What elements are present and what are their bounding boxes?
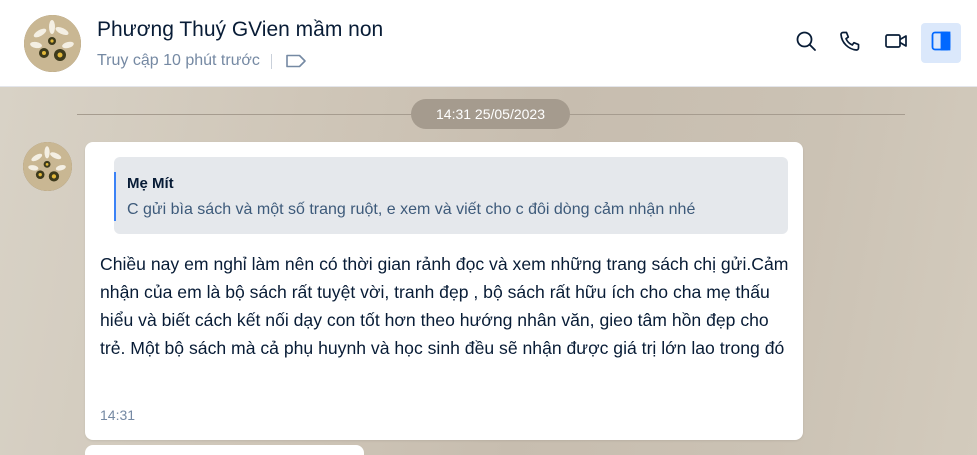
message-list[interactable]: 14:31 25/05/2023 Mẹ Mít C gửi bìa sách v… (0, 87, 977, 455)
presence-row: Truy cập 10 phút trước (97, 52, 307, 70)
quote-text: C gửi bìa sách và một số trang ruột, e x… (127, 201, 696, 218)
contact-name[interactable]: Phương Thuý GVien mầm non (97, 18, 383, 42)
message-time: 14:31 (100, 407, 136, 423)
message-text: Chiều nay em nghỉ làm nên có thời gian r… (100, 254, 789, 358)
toggle-conversation-info-button[interactable] (921, 23, 961, 63)
last-seen-status: Truy cập 10 phút trước (97, 52, 260, 69)
search-button[interactable] (786, 23, 826, 63)
quoted-message[interactable]: Mẹ Mít C gửi bìa sách và một số trang ru… (114, 157, 788, 234)
status-separator (270, 53, 272, 69)
message-bubble[interactable]: Mẹ Mít C gửi bìa sách và một số trang ru… (85, 142, 803, 440)
phone-icon (838, 29, 862, 58)
video-call-button[interactable] (876, 23, 916, 63)
sidebar-toggle-icon (929, 29, 953, 58)
quote-author: Mẹ Mít (127, 175, 174, 192)
video-call-icon (884, 29, 908, 58)
tag-icon[interactable] (285, 52, 307, 70)
search-icon (794, 29, 818, 58)
contact-avatar[interactable] (24, 15, 81, 72)
sender-avatar[interactable] (23, 142, 72, 191)
date-divider: 14:31 25/05/2023 (411, 99, 570, 129)
next-message-bubble[interactable] (85, 445, 364, 455)
chat-header: Phương Thuý GVien mầm non Truy cập 10 ph… (0, 0, 977, 87)
quote-accent-bar (114, 172, 116, 221)
voice-call-button[interactable] (830, 23, 870, 63)
